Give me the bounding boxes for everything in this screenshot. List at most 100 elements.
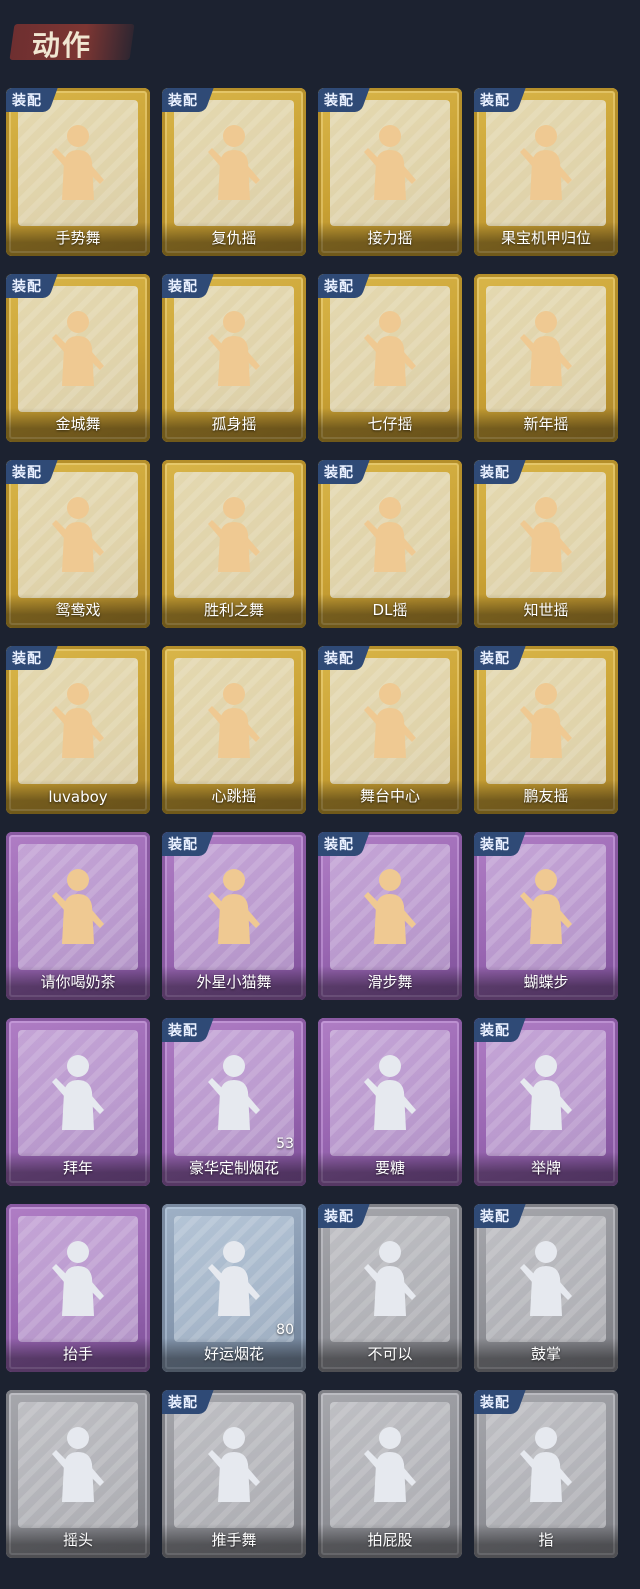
equipped-badge-label: 装配 bbox=[480, 465, 510, 481]
emote-name: 豪华定制烟花 bbox=[188, 1159, 279, 1177]
equipped-badge-label: 装配 bbox=[324, 279, 354, 295]
emote-card[interactable]: 装配 推手舞 bbox=[162, 1390, 306, 1558]
emote-name: 滑步舞 bbox=[367, 973, 413, 991]
section-title: 动作 bbox=[32, 29, 93, 62]
emote-card[interactable]: 装配孤身摇 bbox=[162, 274, 306, 442]
emote-pose-icon bbox=[48, 866, 108, 946]
equipped-badge-label: 装配 bbox=[324, 465, 354, 481]
emote-pose-icon bbox=[204, 680, 264, 760]
emote-name: 胜利之舞 bbox=[203, 601, 264, 619]
emote-pose-icon bbox=[360, 680, 420, 760]
emote-pose-icon bbox=[360, 308, 420, 388]
emote-pose-icon bbox=[204, 1238, 264, 1318]
equipped-badge-label: 装配 bbox=[480, 1395, 510, 1411]
equipped-badge-label: 装配 bbox=[168, 93, 198, 109]
emote-pose-icon bbox=[360, 866, 420, 946]
emote-card[interactable]: 装配 手势舞 bbox=[6, 88, 150, 256]
emote-card[interactable]: 装配 鼓掌 bbox=[474, 1204, 618, 1372]
emote-card[interactable]: 装配 外星小猫舞 bbox=[162, 832, 306, 1000]
equipped-badge-label: 装配 bbox=[480, 93, 510, 109]
equipped-badge-label: 装配 bbox=[480, 651, 510, 667]
emote-card[interactable]: 装配 鹏友摇 bbox=[474, 646, 618, 814]
emote-pose-icon bbox=[48, 1424, 108, 1504]
equipped-badge-label: 装配 bbox=[324, 651, 354, 667]
emote-name: 舞台中心 bbox=[359, 787, 420, 805]
item-count: 53 bbox=[276, 1136, 294, 1152]
emote-card[interactable]: 装配 不可以 bbox=[318, 1204, 462, 1372]
equipped-badge-label: 装配 bbox=[12, 93, 42, 109]
emote-pose-icon bbox=[360, 1424, 420, 1504]
emote-card[interactable]: 拜年 bbox=[6, 1018, 150, 1186]
emote-card[interactable]: 80 好运烟花 bbox=[162, 1204, 306, 1372]
emote-name: 金城舞 bbox=[55, 415, 101, 433]
emote-pose-icon bbox=[48, 308, 108, 388]
emote-name: 指 bbox=[538, 1531, 554, 1549]
emote-name: 要糖 bbox=[374, 1159, 405, 1177]
emote-name: 接力摇 bbox=[367, 229, 413, 247]
emote-name: 拍屁股 bbox=[367, 1531, 413, 1549]
emote-name: luvaboy bbox=[48, 788, 108, 806]
emote-name: 摇头 bbox=[62, 1531, 93, 1549]
emote-card[interactable]: 装配复仇摇 bbox=[162, 88, 306, 256]
emote-card[interactable]: 装配 果宝机甲归位 bbox=[474, 88, 618, 256]
emote-card[interactable]: 装配 举牌 bbox=[474, 1018, 618, 1186]
emote-card[interactable]: 装配指 bbox=[474, 1390, 618, 1558]
equipped-badge-label: 装配 bbox=[12, 279, 42, 295]
emote-name: 孤身摇 bbox=[211, 415, 257, 433]
emote-name: 抬手 bbox=[62, 1345, 93, 1363]
emote-pose-icon bbox=[204, 308, 264, 388]
emote-card[interactable]: 胜利之舞 bbox=[162, 460, 306, 628]
emote-card[interactable]: 新年摇 bbox=[474, 274, 618, 442]
section-header: 动作 bbox=[9, 18, 137, 64]
equipped-badge-label: 装配 bbox=[480, 837, 510, 853]
equipped-badge-label: 装配 bbox=[480, 1023, 510, 1039]
emote-card[interactable]: 装配 53 豪华定制烟花 bbox=[162, 1018, 306, 1186]
emote-pose-icon bbox=[48, 1238, 108, 1318]
equipped-badge-label: 装配 bbox=[12, 465, 42, 481]
emote-card[interactable]: 装配舞台中心 bbox=[318, 646, 462, 814]
emote-name: 不可以 bbox=[367, 1345, 413, 1363]
emote-card[interactable]: 装配七仔摇 bbox=[318, 274, 462, 442]
emote-card[interactable]: 要糖 bbox=[318, 1018, 462, 1186]
item-count: 80 bbox=[276, 1322, 294, 1338]
emote-card[interactable]: 装配接力摇 bbox=[318, 88, 462, 256]
equipped-badge-label: 装配 bbox=[12, 651, 42, 667]
emote-name: 心跳摇 bbox=[211, 787, 257, 805]
emote-name: 推手舞 bbox=[211, 1531, 257, 1549]
emote-card[interactable]: 装配滑步舞 bbox=[318, 832, 462, 1000]
emote-card[interactable]: 抬手 bbox=[6, 1204, 150, 1372]
emote-name: 好运烟花 bbox=[203, 1345, 264, 1363]
emote-card[interactable]: 装配 DL摇 bbox=[318, 460, 462, 628]
emote-card[interactable]: 装配 luvaboy bbox=[6, 646, 150, 814]
equipped-badge-label: 装配 bbox=[324, 837, 354, 853]
emote-pose-icon bbox=[204, 494, 264, 574]
emote-card[interactable]: 装配金城舞 bbox=[6, 274, 150, 442]
emote-pose-icon bbox=[48, 494, 108, 574]
emote-name: 复仇摇 bbox=[211, 229, 257, 247]
emote-name: 七仔摇 bbox=[367, 415, 413, 433]
emote-name: 拜年 bbox=[62, 1159, 93, 1177]
emote-pose-icon bbox=[516, 308, 576, 388]
emote-card[interactable]: 请你喝奶茶 bbox=[6, 832, 150, 1000]
emote-pose-icon bbox=[516, 1052, 576, 1132]
emote-card[interactable]: 装配 鸳鸯戏 bbox=[6, 460, 150, 628]
emote-card[interactable]: 装配蝴蝶步 bbox=[474, 832, 618, 1000]
emote-card[interactable]: 装配知世摇 bbox=[474, 460, 618, 628]
emote-pose-icon bbox=[204, 1052, 264, 1132]
emote-name: 外星小猫舞 bbox=[196, 973, 272, 991]
equipped-badge-label: 装配 bbox=[168, 279, 198, 295]
emote-card[interactable]: 心跳摇 bbox=[162, 646, 306, 814]
emote-pose-icon bbox=[204, 122, 264, 202]
emote-name: DL摇 bbox=[372, 601, 408, 619]
emote-name: 鼓掌 bbox=[530, 1345, 561, 1363]
emote-name: 蝴蝶步 bbox=[523, 973, 569, 991]
emote-name: 知世摇 bbox=[523, 601, 569, 619]
emote-card[interactable]: 摇头 bbox=[6, 1390, 150, 1558]
emote-pose-icon bbox=[204, 1424, 264, 1504]
emote-pose-icon bbox=[516, 494, 576, 574]
emote-name: 请你喝奶茶 bbox=[40, 973, 116, 991]
emote-pose-icon bbox=[204, 866, 264, 946]
emote-pose-icon bbox=[48, 1052, 108, 1132]
emote-card[interactable]: 拍屁股 bbox=[318, 1390, 462, 1558]
equipped-badge-label: 装配 bbox=[324, 93, 354, 109]
